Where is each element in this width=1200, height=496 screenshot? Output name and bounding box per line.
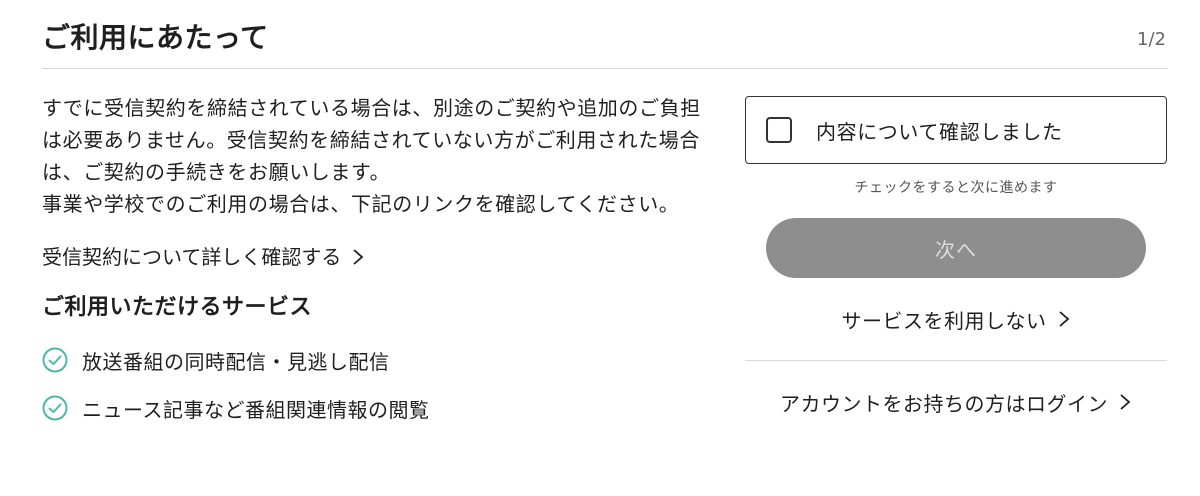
chevron-right-icon — [1058, 311, 1069, 327]
contract-details-link[interactable]: 受信契約について詳しく確認する — [42, 242, 365, 272]
step-indicator: 1/2 — [1137, 29, 1166, 50]
confirm-checkbox-field[interactable]: 内容について確認しました — [745, 96, 1167, 164]
page-title: ご利用にあたって — [42, 21, 269, 54]
service-label: ニュース記事など番組関連情報の閲覧 — [82, 397, 430, 422]
list-item: ニュース記事など番組関連情報の閲覧 — [42, 384, 702, 432]
service-list: 放送番組の同時配信・見逃し配信 ニュース記事など番組関連情報の閲覧 — [42, 336, 702, 432]
description-paragraph-business: 事業や学校でのご利用の場合は、下記のリンクを確認してください。 — [42, 192, 680, 216]
info-section: すでに受信契約を締結されている場合は、別途のご契約や追加のご負担は必要ありません… — [42, 92, 702, 432]
check-circle-icon — [42, 347, 68, 373]
login-link[interactable]: アカウントをお持ちの方はログイン — [745, 387, 1167, 417]
action-panel: 内容について確認しました チェックをすると次に進めます 次へ サービスを利用しな… — [745, 96, 1167, 417]
services-heading: ご利用いただけるサービス — [42, 295, 313, 320]
check-circle-icon — [42, 395, 68, 421]
next-button[interactable]: 次へ — [766, 218, 1146, 278]
decline-service-link[interactable]: サービスを利用しない — [745, 304, 1167, 334]
chevron-right-icon — [1120, 394, 1131, 410]
confirm-checkbox[interactable] — [766, 117, 792, 143]
divider — [745, 360, 1167, 361]
confirm-hint: チェックをすると次に進めます — [854, 180, 1058, 196]
contract-details-link-label: 受信契約について詳しく確認する — [42, 245, 342, 269]
chevron-right-icon — [353, 249, 364, 265]
description: すでに受信契約を締結されている場合は、別途のご契約や追加のご負担は必要ありません… — [42, 92, 702, 220]
service-label: 放送番組の同時配信・見逃し配信 — [82, 349, 390, 374]
login-link-label: アカウントをお持ちの方はログイン — [780, 391, 1108, 416]
confirm-checkbox-label: 内容について確認しました — [816, 119, 1063, 144]
decline-service-link-label: サービスを利用しない — [841, 308, 1047, 333]
list-item: 放送番組の同時配信・見逃し配信 — [42, 336, 702, 384]
description-paragraph-contract: すでに受信契約を締結されている場合は、別途のご契約や追加のご負担は必要ありません… — [42, 96, 701, 184]
page-header: ご利用にあたって 1/2 — [42, 0, 1168, 69]
